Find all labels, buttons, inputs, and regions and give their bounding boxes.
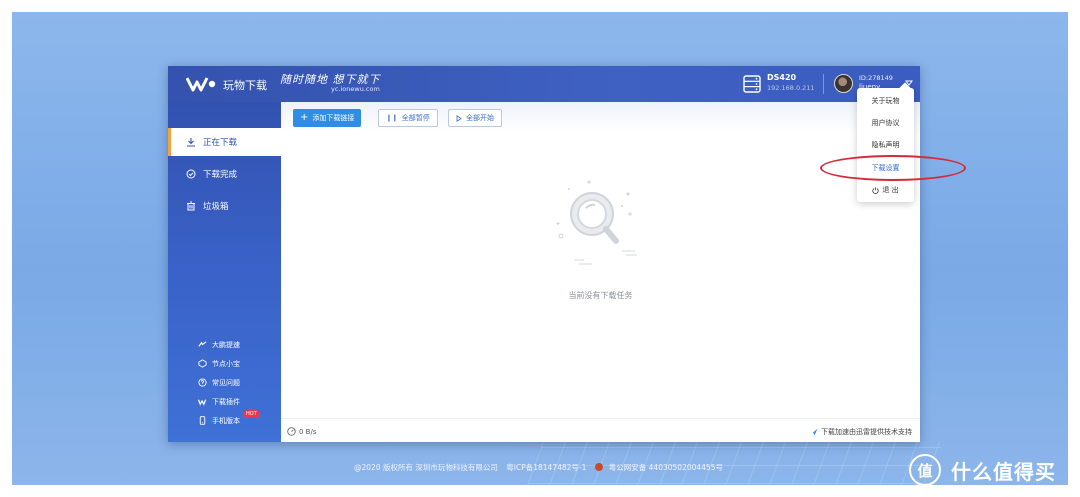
app-window: 玩物下载 随时随地 想下就下 yc.ionewu.com DS420 192.1… <box>168 66 920 442</box>
avatar[interactable] <box>834 74 853 93</box>
support-text: 下载加速由迅雷提供技术支持 <box>821 428 912 436</box>
speed-indicator: 0 B/s <box>287 427 317 436</box>
empty-message: 当前没有下载任务 <box>568 291 633 300</box>
plus-icon: + <box>300 112 309 123</box>
sidebar-item-completed[interactable]: 下载完成 <box>168 160 281 188</box>
hot-badge: HOT <box>243 410 260 418</box>
smzdm-logo-char: 值 <box>917 462 932 480</box>
start-all-button[interactable]: 全部开始 <box>448 109 502 127</box>
main-panel: + 添加下载链接 ❙❙ 全部暂停 全部开始 当前没有下载任务 0 B/s 下载加… <box>281 102 920 442</box>
speed-value: 0 B/s <box>299 427 317 436</box>
sidebar-item-label: 正在下载 <box>203 138 238 148</box>
smzdm-logo-icon: 值 <box>909 454 941 486</box>
user-id: ID:278149 <box>859 74 893 82</box>
toolbar: + 添加下载链接 ❙❙ 全部暂停 全部开始 <box>281 102 920 132</box>
highlight-annotation-ring <box>820 155 966 181</box>
footer-police: 粤公网安备 44030502004455号 <box>608 463 723 472</box>
status-bar: 0 B/s 下载加速由迅雷提供技术支持 <box>281 418 920 442</box>
add-download-button[interactable]: + 添加下载链接 <box>293 109 362 127</box>
trash-icon <box>187 201 195 211</box>
menu-item-label: 退 出 <box>882 186 899 194</box>
add-download-label: 添加下载链接 <box>312 114 355 122</box>
play-icon <box>456 114 462 122</box>
menu-item-user-agreement[interactable]: 用户协议 <box>857 112 914 134</box>
pause-all-button[interactable]: ❙❙ 全部暂停 <box>378 109 438 127</box>
menu-item-label: 用户协议 <box>871 119 900 127</box>
node-icon <box>198 359 207 368</box>
speed-icon <box>198 341 207 347</box>
check-circle-icon <box>186 169 196 179</box>
download-icon <box>187 138 195 147</box>
watermark-text: 什么值得买 <box>951 460 1056 484</box>
power-icon <box>872 186 879 194</box>
speedometer-icon <box>287 427 296 436</box>
nas-name[interactable]: DS420 <box>767 73 796 82</box>
sidebar-link-label: 大鹏提速 <box>212 341 240 349</box>
menu-item-logout[interactable]: 退 出 <box>857 179 914 201</box>
pause-icon: ❙❙ <box>386 114 398 122</box>
start-all-label: 全部开始 <box>466 114 494 122</box>
sidebar-item-trash[interactable]: 垃圾箱 <box>168 192 281 220</box>
sidebar-item-label: 垃圾箱 <box>203 202 229 212</box>
footer-police-group[interactable]: 粤公网安备 44030502004455号 <box>594 463 726 472</box>
divider <box>823 74 824 94</box>
menu-item-label: 关于玩物 <box>871 97 900 105</box>
user-dropdown-menu: 关于玩物 用户协议 隐私声明 下载设置 退 出 <box>857 82 914 202</box>
menu-item-privacy[interactable]: 隐私声明 <box>857 134 914 156</box>
menu-item-label: 隐私声明 <box>871 141 900 149</box>
help-icon <box>198 378 207 387</box>
menu-item-about[interactable]: 关于玩物 <box>857 90 914 112</box>
pause-all-label: 全部暂停 <box>401 114 430 122</box>
thunder-bird-icon <box>809 428 818 436</box>
phone-icon <box>199 416 206 425</box>
nas-server-icon[interactable] <box>743 75 761 93</box>
wanwu-logo-icon <box>186 77 216 92</box>
empty-search-illustration-icon <box>556 180 637 265</box>
thunder-support: 下载加速由迅雷提供技术支持 <box>809 427 912 437</box>
police-badge-icon <box>594 463 603 471</box>
sidebar-item-downloading[interactable]: 正在下载 <box>168 128 281 156</box>
nas-ip: 192.168.0.211 <box>767 84 815 92</box>
sidebar-link-label: 下载插件 <box>212 398 240 406</box>
sidebar: 正在下载 下载完成 垃圾箱 大鹏提速 节点小宝 常见问题 下载插件 手机版本 H… <box>168 102 281 442</box>
slogan-url: yc.ionewu.com <box>331 85 380 93</box>
footer-icp[interactable]: 粤ICP备18147482号-1 <box>506 463 586 472</box>
footer-copyright: @2020 版权所有 深圳市玩物科技有限公司 <box>354 463 498 472</box>
sidebar-link-label: 节点小宝 <box>212 360 240 368</box>
brand-name: 玩物下载 <box>223 79 267 92</box>
sidebar-link-label: 常见问题 <box>212 379 240 387</box>
sidebar-link-label: 手机版本 <box>212 417 240 425</box>
top-bar: 玩物下载 随时随地 想下就下 yc.ionewu.com DS420 192.1… <box>168 66 920 102</box>
sidebar-item-label: 下载完成 <box>203 170 238 180</box>
plugin-icon <box>198 399 207 406</box>
